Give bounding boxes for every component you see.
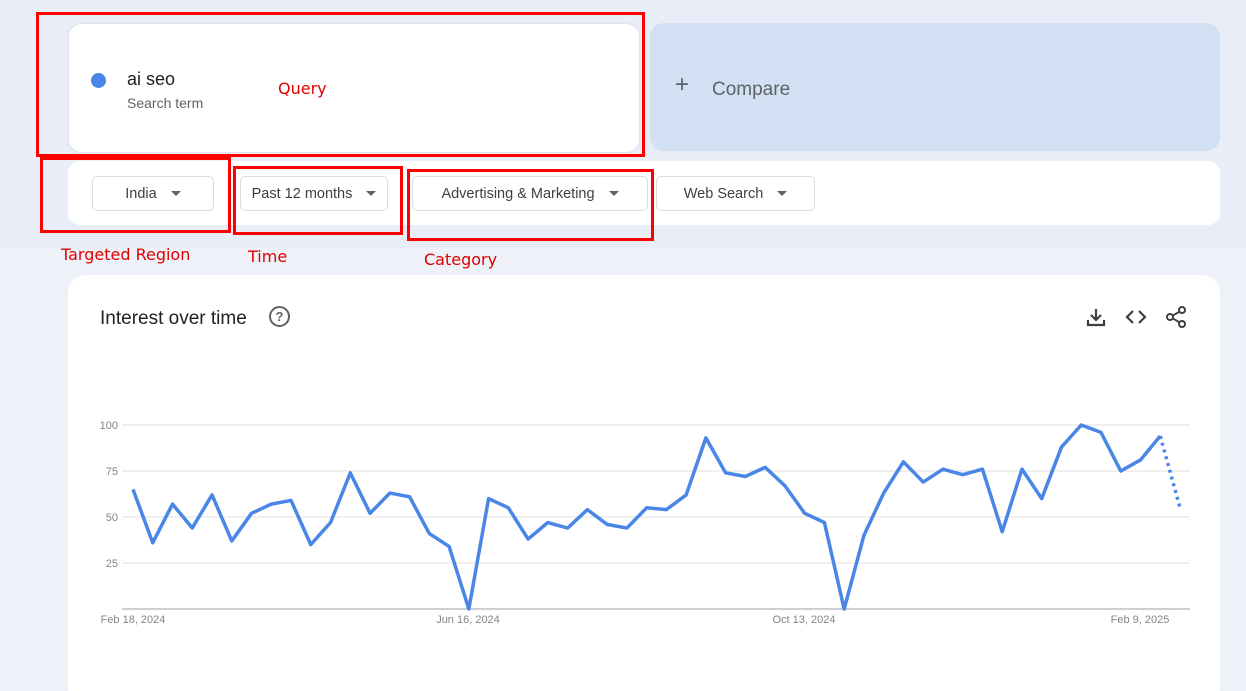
y-tick-label: 100 — [100, 420, 118, 432]
region-annotation-label: Targeted Region — [61, 245, 191, 264]
category-annotation-box — [407, 169, 654, 241]
y-tick-label: 75 — [106, 466, 118, 478]
chevron-down-icon — [777, 191, 788, 196]
y-tick-label: 50 — [106, 512, 118, 524]
series-partial-segment — [1158, 435, 1182, 509]
time-annotation-box — [233, 166, 403, 235]
plus-icon: + — [675, 71, 690, 98]
x-tick-label: Oct 13, 2024 — [773, 614, 836, 626]
category-annotation-label: Category — [424, 250, 498, 269]
compare-label: Compare — [712, 79, 791, 100]
search-type-label: Web Search — [683, 185, 764, 202]
search-type-dropdown[interactable]: Web Search — [656, 176, 815, 211]
compare-button[interactable]: + Compare — [650, 23, 1220, 151]
interest-over-time-card: Interest over time ? 25 50 75 100 Feb 18, 20… — [68, 275, 1220, 691]
x-tick-label: Feb 9, 2025 — [1111, 614, 1170, 626]
line-chart: 25 50 75 100 Feb 18, 2024 Jun 16, 2024 Oct 13,… — [100, 420, 1190, 626]
x-tick-label: Jun 16, 2024 — [436, 614, 500, 626]
query-annotation-label: Query — [278, 79, 327, 98]
query-annotation-box — [36, 12, 645, 157]
region-annotation-box — [40, 157, 231, 233]
y-tick-label: 25 — [106, 558, 118, 570]
time-annotation-label: Time — [248, 247, 288, 266]
x-tick-label: Feb 18, 2024 — [101, 614, 166, 626]
